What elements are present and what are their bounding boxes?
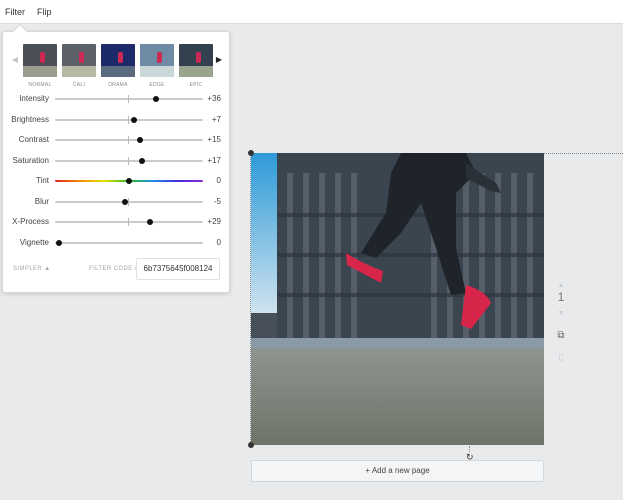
preset-thumbnail-image: [62, 44, 96, 77]
slider-label: Brightness: [11, 115, 49, 124]
panel-caret: [12, 23, 28, 39]
move-page-up-icon[interactable]: ▲: [554, 282, 568, 289]
add-new-page-button[interactable]: + Add a new page: [251, 460, 544, 482]
filter-button[interactable]: Filter: [0, 0, 31, 24]
copy-page-icon[interactable]: ⧉: [554, 330, 568, 341]
preset-thumbnail-image: [140, 44, 174, 77]
page-tools: ▲ 1 ▼ ⧉ ▯: [554, 282, 568, 366]
slider-row-saturation: Saturation +17: [3, 154, 231, 168]
preset-label: EDGE: [149, 82, 165, 88]
vignette-slider[interactable]: [55, 240, 203, 246]
preset-thumbnail-image: [101, 44, 135, 77]
slider-label: Intensity: [19, 94, 49, 103]
slider-value: 0: [216, 238, 221, 247]
presets-next-arrow-icon[interactable]: ▶: [215, 55, 223, 64]
filter-preset-drama[interactable]: DRAMA: [101, 44, 135, 90]
jumping-person-photo: [251, 153, 544, 445]
filter-preset-epic[interactable]: EPIC: [179, 44, 213, 90]
preset-label: DRAMA: [108, 82, 128, 88]
brightness-slider[interactable]: [55, 116, 203, 124]
slider-row-vignette: Vignette 0: [3, 236, 231, 250]
contrast-slider-knob[interactable]: [137, 137, 144, 143]
flip-button[interactable]: Flip: [31, 0, 58, 24]
slider-value: +29: [207, 217, 221, 226]
intensity-slider[interactable]: [55, 95, 203, 103]
slider-row-x-process: X-Process +29: [3, 215, 231, 229]
filter-preset-edge[interactable]: EDGE: [140, 44, 174, 90]
filter-preset-cali[interactable]: CALI: [62, 44, 96, 90]
x-process-slider[interactable]: [55, 218, 203, 226]
filter-preset-normal[interactable]: NORMAL: [23, 44, 57, 90]
resize-handle-bottom-left[interactable]: [248, 442, 254, 448]
resize-handle-top-left[interactable]: [248, 150, 254, 156]
delete-page-icon[interactable]: ▯: [554, 352, 568, 363]
preset-label: EPIC: [189, 82, 203, 88]
saturation-slider-knob[interactable]: [138, 158, 145, 164]
preset-thumbnail-image: [179, 44, 213, 77]
slider-value: +7: [211, 115, 221, 124]
blur-slider[interactable]: [55, 198, 203, 206]
contrast-slider[interactable]: [55, 136, 203, 144]
tint-slider[interactable]: [55, 178, 203, 184]
slider-value: +36: [207, 94, 221, 103]
preset-label: NORMAL: [28, 82, 52, 88]
filter-code-label: FILTER CODE #: [89, 266, 139, 272]
selected-photo[interactable]: [251, 153, 544, 445]
slider-row-intensity: Intensity +36: [3, 92, 231, 106]
filter-panel: ◀ NORMAL CALI DRAMA EDGE EPIC ▶ Intensity +36…: [2, 23, 231, 293]
intensity-slider-knob[interactable]: [152, 96, 159, 102]
slider-label: Blur: [34, 197, 49, 206]
preset-label: CALI: [72, 82, 86, 88]
slider-label: Saturation: [12, 156, 49, 165]
filter-presets: ◀ NORMAL CALI DRAMA EDGE EPIC ▶: [11, 43, 223, 91]
slider-label: Contrast: [18, 135, 49, 144]
simpler-toggle[interactable]: SIMPLER ▲: [13, 266, 51, 272]
slider-value: -5: [213, 197, 221, 206]
slider-row-brightness: Brightness +7: [3, 113, 231, 127]
slider-row-tint: Tint 0: [3, 174, 231, 188]
slider-value: +15: [207, 135, 221, 144]
slider-label: X-Process: [12, 217, 49, 226]
brightness-slider-knob[interactable]: [131, 117, 138, 123]
slider-value: 0: [216, 176, 221, 185]
filter-code-field[interactable]: 6b7375645f008124: [136, 258, 220, 280]
preset-thumbnail-image: [23, 44, 57, 77]
page-number: 1: [557, 290, 565, 304]
vignette-slider-knob[interactable]: [56, 240, 62, 246]
saturation-slider[interactable]: [55, 157, 203, 165]
slider-row-blur: Blur -5: [3, 195, 231, 209]
slider-label: Tint: [35, 176, 49, 185]
presets-prev-arrow-icon[interactable]: ◀: [11, 55, 19, 64]
tint-slider-knob[interactable]: [126, 178, 132, 184]
x-process-slider-knob[interactable]: [147, 219, 154, 225]
slider-value: +17: [207, 156, 221, 165]
move-page-down-icon[interactable]: ▼: [554, 310, 568, 317]
image-toolbar: Filter Flip: [0, 0, 623, 24]
slider-row-contrast: Contrast +15: [3, 133, 231, 147]
slider-label: Vignette: [19, 238, 49, 247]
